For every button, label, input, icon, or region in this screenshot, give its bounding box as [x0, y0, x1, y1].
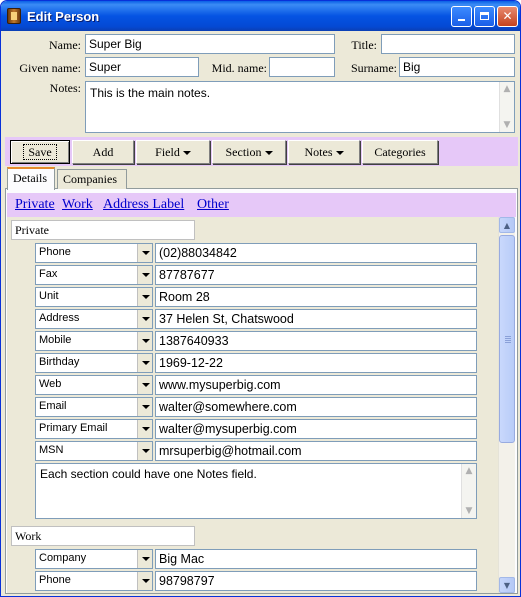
details-scrollbar[interactable]: ▲ ▼ — [498, 217, 515, 593]
title-bar[interactable]: Edit Person ✕ — [1, 1, 520, 31]
chevron-down-icon[interactable] — [137, 550, 152, 568]
tab-companies[interactable]: Companies — [57, 169, 127, 189]
field-type-select[interactable]: Company — [35, 549, 153, 569]
scroll-up-icon[interactable]: ▲ — [502, 84, 512, 94]
link-address-label[interactable]: Address Label — [103, 197, 184, 213]
close-icon: ✕ — [502, 9, 513, 23]
minimize-icon — [458, 19, 465, 21]
link-work[interactable]: Work — [62, 197, 93, 213]
field-value-input[interactable]: www.mysuperbig.com — [155, 375, 477, 395]
section-menu-button[interactable]: Section — [212, 140, 286, 164]
scroll-down-icon[interactable]: ▼ — [464, 506, 474, 516]
given-name-label: Given name: — [19, 61, 81, 75]
notes-menu-button[interactable]: Notes — [288, 140, 360, 164]
chevron-down-icon[interactable] — [137, 266, 152, 284]
title-field[interactable] — [381, 34, 515, 54]
notes-label: Notes: — [49, 81, 81, 95]
chevron-down-icon[interactable] — [137, 288, 152, 306]
link-other[interactable]: Other — [197, 197, 229, 213]
chevron-down-icon — [335, 151, 344, 156]
field-type-select[interactable]: Primary Email — [35, 419, 153, 439]
details-scroll-area: Private Phone (02)88034842 Fax 87787677 … — [7, 217, 498, 593]
scroll-up-button[interactable]: ▲ — [499, 217, 515, 233]
given-name-field[interactable]: Super — [85, 57, 199, 77]
chevron-down-icon — [182, 151, 191, 156]
scroll-up-icon[interactable]: ▲ — [464, 466, 474, 476]
field-type-select[interactable]: Mobile — [35, 331, 153, 351]
field-value-input[interactable]: walter@mysuperbig.com — [155, 419, 477, 439]
save-button[interactable]: Save — [10, 140, 70, 164]
field-type-select[interactable]: Email — [35, 397, 153, 417]
notes-scrollbar[interactable]: ▲ ▼ — [499, 82, 514, 132]
chevron-down-icon[interactable] — [137, 572, 152, 590]
field-value-input[interactable]: Room 28 — [155, 287, 477, 307]
title-label: Title: — [351, 38, 377, 52]
chevron-down-icon[interactable] — [137, 420, 152, 438]
field-type-select[interactable]: Phone — [35, 243, 153, 263]
chevron-down-icon[interactable] — [137, 442, 152, 460]
chevron-down-icon[interactable] — [137, 310, 152, 328]
add-button[interactable]: Add — [72, 140, 134, 164]
link-private[interactable]: Private — [15, 197, 55, 213]
middle-name-label: Mid. name: — [211, 61, 267, 75]
field-type-select[interactable]: Phone — [35, 571, 153, 591]
chevron-down-icon[interactable] — [137, 398, 152, 416]
main-notes-text: This is the main notes. — [90, 86, 211, 100]
name-field[interactable]: Super Big — [85, 34, 335, 54]
field-value-input[interactable]: 98798797 — [155, 571, 477, 591]
scroll-thumb[interactable] — [499, 235, 515, 443]
field-value-input[interactable]: (02)88034842 — [155, 243, 477, 263]
field-menu-button[interactable]: Field — [136, 140, 210, 164]
field-value-input[interactable]: mrsuperbig@hotmail.com — [155, 441, 477, 461]
surname-field[interactable]: Big — [399, 57, 515, 77]
section-notes-text: Each section could have one Notes field. — [40, 467, 257, 481]
chevron-down-icon — [264, 151, 273, 156]
chevron-down-icon[interactable] — [137, 376, 152, 394]
main-notes-field[interactable]: This is the main notes. ▲ ▼ — [85, 81, 515, 133]
section-notes-field[interactable]: Each section could have one Notes field.… — [35, 463, 477, 519]
field-value-input[interactable]: 87787677 — [155, 265, 477, 285]
middle-name-field[interactable] — [269, 57, 335, 77]
field-type-select[interactable]: Unit — [35, 287, 153, 307]
section-title-private[interactable]: Private — [11, 220, 195, 240]
field-value-input[interactable]: 37 Helen St, Chatswood — [155, 309, 477, 329]
field-type-select[interactable]: Address — [35, 309, 153, 329]
chevron-down-icon[interactable] — [137, 354, 152, 372]
field-type-select[interactable]: Birthday — [35, 353, 153, 373]
surname-label: Surname: — [351, 61, 397, 75]
section-title-work[interactable]: Work — [11, 526, 195, 546]
field-value-input[interactable]: 1969-12-22 — [155, 353, 477, 373]
maximize-icon — [480, 12, 489, 20]
tab-details[interactable]: Details — [7, 167, 55, 190]
field-type-select[interactable]: Web — [35, 375, 153, 395]
minimize-button[interactable] — [451, 6, 472, 27]
edit-person-window: Edit Person ✕ Name: Super Big Title: Giv… — [0, 0, 521, 597]
scroll-down-icon[interactable]: ▼ — [502, 120, 512, 130]
categories-button[interactable]: Categories — [362, 140, 438, 164]
field-value-input[interactable]: Big Mac — [155, 549, 477, 569]
section-notes-scrollbar[interactable]: ▲ ▼ — [461, 464, 476, 518]
section-link-bar: Private Work Address Label Other — [7, 193, 516, 217]
app-book-icon — [7, 8, 21, 24]
chevron-down-icon[interactable] — [137, 244, 152, 262]
maximize-button[interactable] — [474, 6, 495, 27]
grip-icon — [505, 336, 511, 337]
chevron-down-icon[interactable] — [137, 332, 152, 350]
window-title: Edit Person — [27, 9, 100, 24]
field-type-select[interactable]: Fax — [35, 265, 153, 285]
field-type-select[interactable]: MSN — [35, 441, 153, 461]
name-label: Name: — [49, 38, 81, 52]
scroll-down-button[interactable]: ▼ — [499, 577, 515, 593]
field-value-input[interactable]: 1387640933 — [155, 331, 477, 351]
close-button[interactable]: ✕ — [497, 6, 518, 27]
field-value-input[interactable]: walter@somewhere.com — [155, 397, 477, 417]
